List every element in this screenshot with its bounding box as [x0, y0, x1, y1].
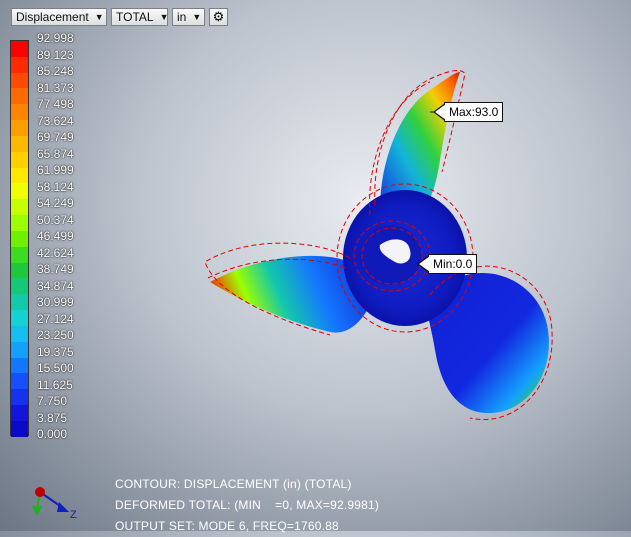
min-value-tag: Min:0.0 [416, 254, 478, 274]
max-value-label: Max:93.0 [449, 105, 499, 119]
contour-info-line: CONTOUR: DISPLACEMENT (in) (TOTAL) [115, 477, 352, 491]
axis-triad: Y Z [32, 487, 77, 521]
blade-top [380, 72, 460, 212]
model-viewport[interactable] [0, 0, 631, 531]
result-info: CONTOUR: DISPLACEMENT (in) (TOTAL) DEFOR… [115, 474, 379, 537]
max-value-tag: Max:93.0 [432, 102, 504, 122]
triad-y-label: Y [32, 504, 40, 516]
min-value-label: Min:0.0 [433, 257, 473, 271]
deformed-info-line: DEFORMED TOTAL: (MIN =0, MAX=92.9981) [115, 498, 380, 512]
triad-z-label: Z [70, 509, 77, 521]
output-set-info-line: OUTPUT SET: MODE 6, FREQ=1760.88 [115, 519, 339, 533]
